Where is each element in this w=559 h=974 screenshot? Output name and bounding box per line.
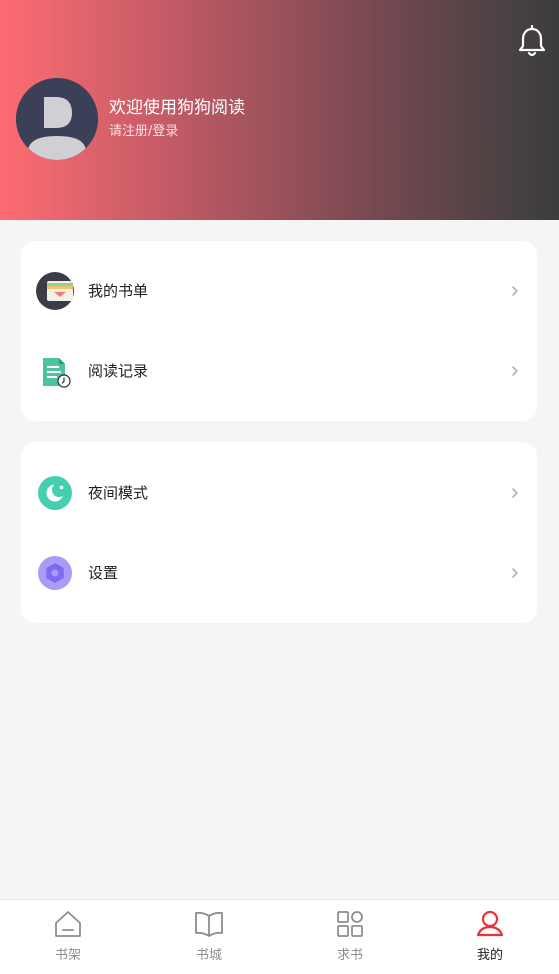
- tab-bookstore[interactable]: 书城: [139, 900, 279, 974]
- menu-item-my-booklist[interactable]: 我的书单: [21, 251, 537, 331]
- menu-item-label: 夜间模式: [88, 484, 149, 502]
- grid-icon: [337, 911, 363, 937]
- menu-item-label: 我的书单: [88, 282, 149, 300]
- menu-item-settings[interactable]: 设置: [21, 533, 537, 613]
- tab-mine[interactable]: 我的: [420, 900, 559, 974]
- tab-label: 我的: [476, 948, 503, 963]
- menu-item-label: 阅读记录: [88, 362, 149, 380]
- open-book-icon: [195, 911, 223, 937]
- chevron-right-icon: [512, 488, 518, 498]
- bell-icon[interactable]: [516, 25, 548, 59]
- menu-card-settings: 夜间模式 设置: [21, 442, 537, 623]
- menu-item-reading-history[interactable]: 阅读记录: [21, 331, 537, 411]
- menu-item-label: 设置: [88, 564, 119, 582]
- tab-label: 书城: [195, 948, 222, 963]
- tab-request-book[interactable]: 求书: [280, 900, 420, 974]
- tab-bookshelf[interactable]: 书架: [0, 900, 138, 974]
- login-register-link[interactable]: 请注册/登录: [109, 123, 178, 141]
- menu-card-library: 我的书单 阅读记录: [21, 241, 537, 421]
- document-clock-icon: [43, 358, 71, 388]
- default-avatar-icon: [16, 78, 98, 160]
- chevron-right-icon: [512, 568, 518, 578]
- moon-mode-icon: [38, 476, 72, 510]
- settings-gear-icon: [38, 556, 72, 590]
- chevron-right-icon: [512, 366, 518, 376]
- bottom-tab-bar: 书架 书城 求书 我的: [0, 899, 559, 974]
- avatar[interactable]: [16, 78, 98, 160]
- tab-label: 书架: [54, 948, 81, 963]
- profile-header: 欢迎使用狗狗阅读 请注册/登录: [0, 0, 559, 220]
- tab-label: 求书: [336, 948, 363, 963]
- chevron-right-icon: [512, 286, 518, 296]
- bookshelf-icon: [55, 911, 81, 937]
- wallet-icon: [36, 272, 74, 310]
- welcome-text: 欢迎使用狗狗阅读: [109, 98, 245, 118]
- user-icon: [476, 910, 504, 937]
- menu-item-night-mode[interactable]: 夜间模式: [21, 453, 537, 533]
